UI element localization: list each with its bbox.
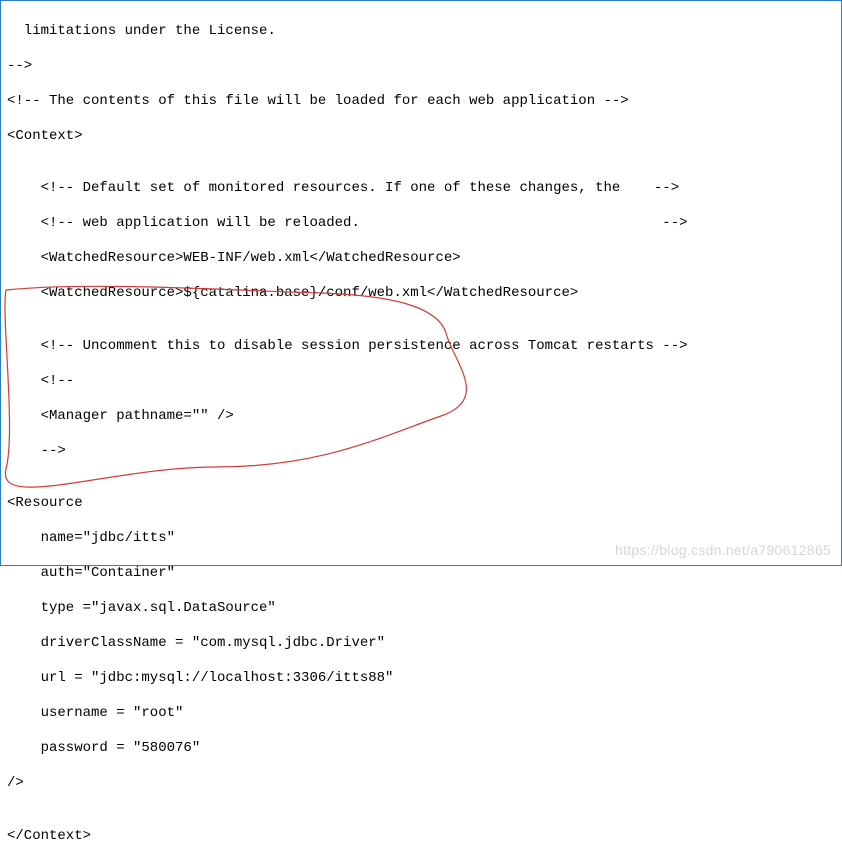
code-line: type ="javax.sql.DataSource": [7, 600, 835, 618]
code-line: <!-- web application will be reloaded. -…: [7, 215, 835, 233]
code-line: limitations under the License.: [7, 23, 835, 41]
code-line: -->: [7, 443, 835, 461]
code-line: />: [7, 775, 835, 793]
code-line: url = "jdbc:mysql://localhost:3306/itts8…: [7, 670, 835, 688]
code-line: <!-- The contents of this file will be l…: [7, 93, 835, 111]
code-line: <Resource: [7, 495, 835, 513]
code-line: <!-- Uncomment this to disable session p…: [7, 338, 835, 356]
code-line: <WatchedResource>${catalina.base}/conf/w…: [7, 285, 835, 303]
code-line: <Manager pathname="" />: [7, 408, 835, 426]
code-line: driverClassName = "com.mysql.jdbc.Driver…: [7, 635, 835, 653]
code-line: <Context>: [7, 128, 835, 146]
code-line: auth="Container": [7, 565, 835, 583]
code-block: limitations under the License. --> <!-- …: [7, 5, 835, 863]
watermark-text: https://blog.csdn.net/a790612865: [615, 542, 831, 560]
code-line: username = "root": [7, 705, 835, 723]
code-line: password = "580076": [7, 740, 835, 758]
code-line: <WatchedResource>WEB-INF/web.xml</Watche…: [7, 250, 835, 268]
code-line: <!--: [7, 373, 835, 391]
code-line: -->: [7, 58, 835, 76]
code-line: <!-- Default set of monitored resources.…: [7, 180, 835, 198]
code-line: </Context>: [7, 828, 835, 846]
